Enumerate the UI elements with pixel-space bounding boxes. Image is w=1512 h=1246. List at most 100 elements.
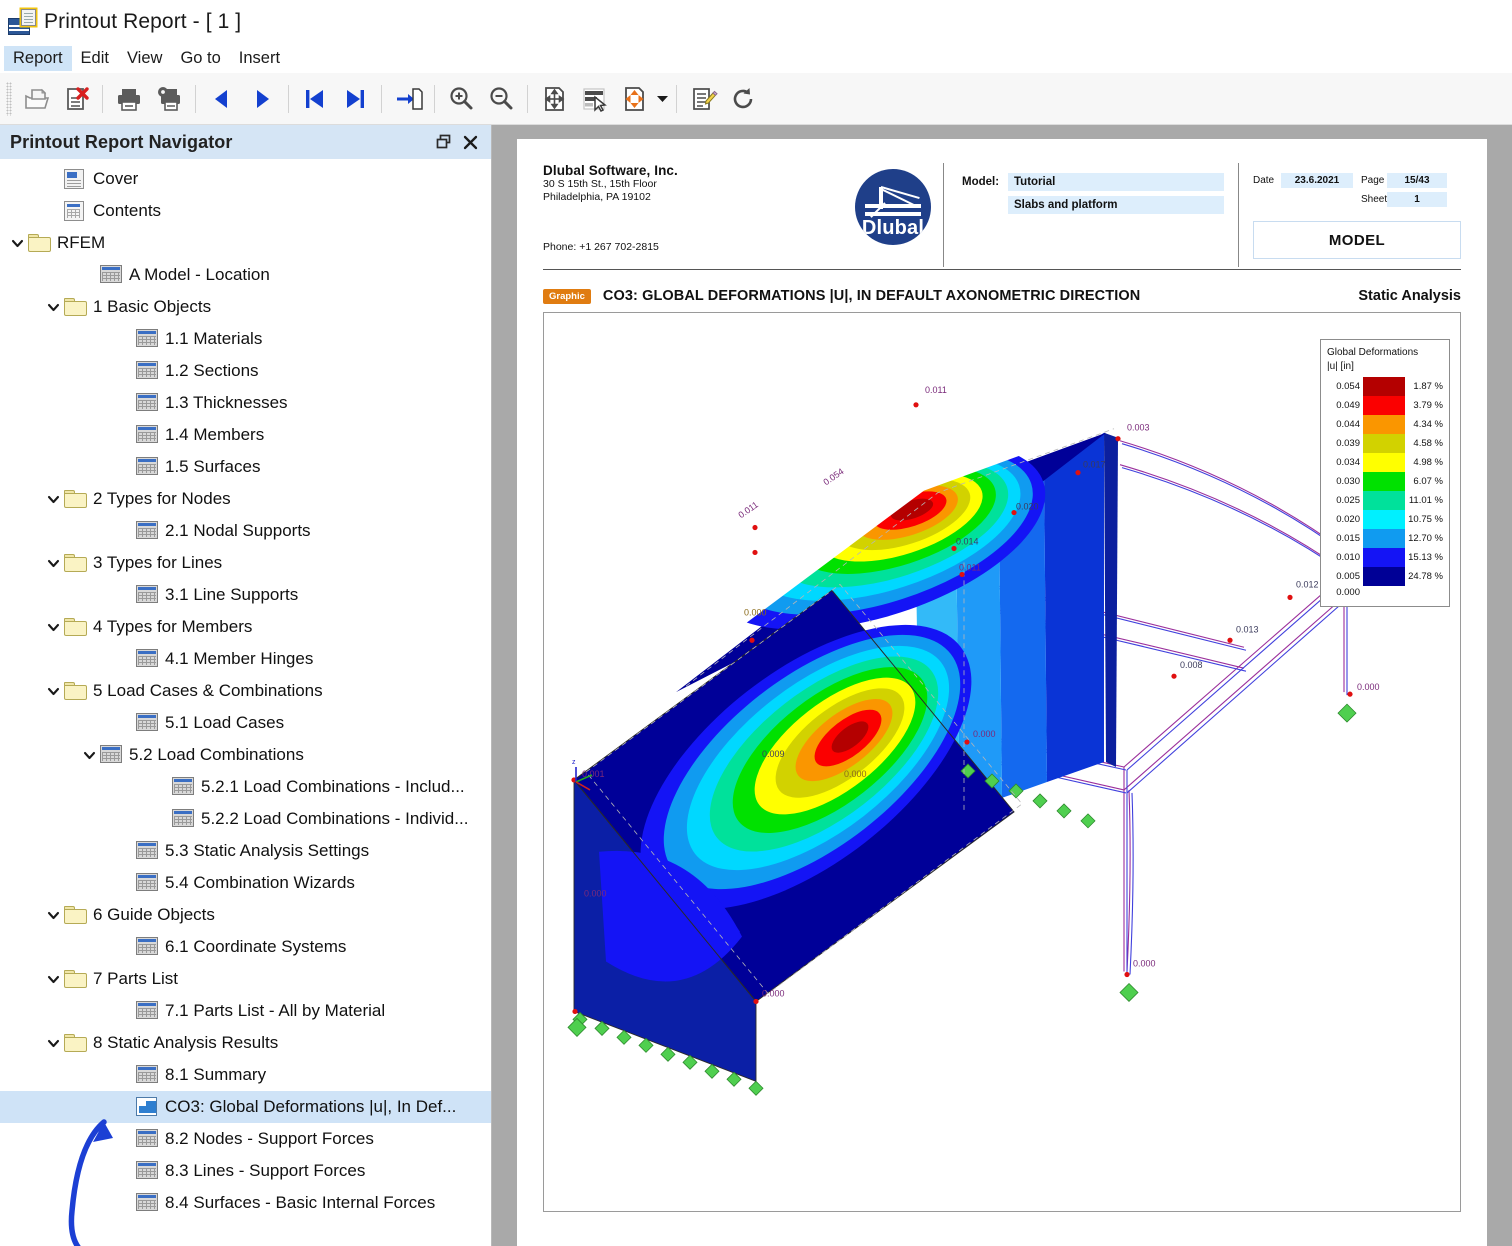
tree-item[interactable]: 6.1 Coordinate Systems [0, 931, 491, 963]
menu-edit[interactable]: Edit [72, 46, 118, 71]
folder-icon [64, 489, 87, 509]
navigator-tree[interactable]: Cover Contents RFEM A Model - Location 1 Bas… [0, 159, 491, 1246]
tree-item[interactable]: 8 Static Analysis Results [0, 1027, 491, 1059]
legend-percent-label: 12.70 % [1408, 533, 1443, 544]
main-area: Printout Report Navigator Cover Contents R… [0, 125, 1512, 1246]
model-name-value: Tutorial [1008, 173, 1224, 191]
tree-item[interactable]: 1.3 Thicknesses [0, 387, 491, 419]
date-value: 23.6.2021 [1281, 173, 1353, 188]
svg-text:0.000: 0.000 [1133, 959, 1156, 969]
window-title-bar: Printout Report - [ 1 ] [0, 0, 1512, 44]
chevron-down-icon[interactable] [42, 908, 64, 923]
tree-item[interactable]: 5.3 Static Analysis Settings [0, 835, 491, 867]
tree-item[interactable]: 8.1 Summary [0, 1059, 491, 1091]
svg-text:0.000: 0.000 [973, 729, 996, 739]
company-address-line1: 30 S 15th St., 15th Floor [543, 178, 657, 190]
tree-item[interactable]: 5.2.2 Load Combinations - Individ... [0, 803, 491, 835]
chevron-down-icon[interactable] [654, 79, 670, 119]
tree-item-label: 1.2 Sections [165, 361, 259, 380]
menu-go-to[interactable]: Go to [171, 46, 229, 71]
svg-text:0.017: 0.017 [1083, 460, 1106, 470]
tree-item[interactable]: 7 Parts List [0, 963, 491, 995]
chevron-down-icon[interactable] [42, 492, 64, 507]
menu-insert[interactable]: Insert [230, 46, 289, 71]
edit-report-icon[interactable] [683, 79, 723, 119]
graphic-icon [136, 1097, 158, 1117]
last-page-icon[interactable] [335, 79, 375, 119]
legend-color-swatch [1363, 472, 1405, 491]
previous-page-icon[interactable] [202, 79, 242, 119]
first-page-icon[interactable] [295, 79, 335, 119]
legend-percent-label: 15.13 % [1408, 552, 1443, 563]
next-page-icon[interactable] [242, 79, 282, 119]
tree-item[interactable]: 2.1 Nodal Supports [0, 515, 491, 547]
chevron-down-icon[interactable] [78, 748, 100, 763]
move-object-icon[interactable] [614, 79, 654, 119]
document-viewport[interactable]: Dlubal Software, Inc. 30 S 15th St., 15t… [492, 125, 1512, 1246]
svg-text:0.013: 0.013 [1236, 624, 1259, 634]
open-report-icon[interactable] [16, 79, 56, 119]
tree-item[interactable]: 8.4 Surfaces - Basic Internal Forces [0, 1187, 491, 1219]
select-rows-icon[interactable] [574, 79, 614, 119]
legend-tick-label: 0.034 [1336, 457, 1360, 468]
tree-item[interactable]: 5 Load Cases & Combinations [0, 675, 491, 707]
tree-item[interactable]: 1 Basic Objects [0, 291, 491, 323]
tree-item[interactable]: 7.1 Parts List - All by Material [0, 995, 491, 1027]
report-document-icon [8, 9, 38, 35]
tree-item[interactable]: CO3: Global Deformations |u|, In Def... [0, 1091, 491, 1123]
tree-item[interactable]: 5.1 Load Cases [0, 707, 491, 739]
tree-item-label: 6.1 Coordinate Systems [165, 937, 347, 956]
chevron-down-icon[interactable] [42, 300, 64, 315]
tree-item[interactable]: 4.1 Member Hinges [0, 643, 491, 675]
legend-tick-label: 0.025 [1336, 495, 1360, 506]
delete-report-icon[interactable] [56, 79, 96, 119]
go-to-page-icon[interactable] [388, 79, 428, 119]
tree-item[interactable]: Cover [0, 163, 491, 195]
tree-item[interactable]: 8.2 Nodes - Support Forces [0, 1123, 491, 1155]
fit-page-icon[interactable] [534, 79, 574, 119]
restore-window-icon[interactable] [431, 129, 457, 155]
zoom-in-icon[interactable] [441, 79, 481, 119]
chevron-down-icon[interactable] [42, 556, 64, 571]
chevron-down-icon[interactable] [42, 620, 64, 635]
toolbar-grip[interactable] [6, 81, 12, 116]
legend-color-swatch [1363, 529, 1405, 548]
refresh-icon[interactable] [723, 79, 763, 119]
tree-item[interactable]: A Model - Location [0, 259, 491, 291]
legend-band: 0.054 1.87 % [1327, 377, 1443, 396]
tree-item[interactable]: Contents [0, 195, 491, 227]
folder-icon [64, 297, 87, 317]
tree-item-label: 1.4 Members [165, 425, 265, 444]
close-icon[interactable] [457, 129, 483, 155]
chevron-down-icon[interactable] [42, 1036, 64, 1051]
report-page: Dlubal Software, Inc. 30 S 15th St., 15t… [517, 139, 1487, 1246]
print-settings-icon[interactable] [149, 79, 189, 119]
tree-item[interactable]: 3 Types for Lines [0, 547, 491, 579]
tree-item-label: 3 Types for Lines [93, 553, 223, 572]
toolbar [0, 73, 1512, 125]
tree-item[interactable]: 6 Guide Objects [0, 899, 491, 931]
tree-item[interactable]: 1.2 Sections [0, 355, 491, 387]
zoom-out-icon[interactable] [481, 79, 521, 119]
tree-item[interactable]: 1.1 Materials [0, 323, 491, 355]
tree-item[interactable]: 5.4 Combination Wizards [0, 867, 491, 899]
tree-item[interactable]: 3.1 Line Supports [0, 579, 491, 611]
tree-item[interactable]: 5.2.1 Load Combinations - Includ... [0, 771, 491, 803]
model-label: Model: [962, 176, 1000, 188]
tree-item[interactable]: 2 Types for Nodes [0, 483, 491, 515]
legend-tick-label: 0.044 [1336, 419, 1360, 430]
tree-item[interactable]: 4 Types for Members [0, 611, 491, 643]
chevron-down-icon[interactable] [6, 236, 28, 251]
print-icon[interactable] [109, 79, 149, 119]
tree-item[interactable]: 1.4 Members [0, 419, 491, 451]
chevron-down-icon[interactable] [42, 972, 64, 987]
page-value: 15/43 [1387, 173, 1447, 188]
tree-item[interactable]: RFEM [0, 227, 491, 259]
tree-item-label: 1 Basic Objects [93, 297, 212, 316]
tree-item[interactable]: 1.5 Surfaces [0, 451, 491, 483]
tree-item[interactable]: 5.2 Load Combinations [0, 739, 491, 771]
menu-report[interactable]: Report [4, 46, 72, 71]
menu-view[interactable]: View [118, 46, 171, 71]
tree-item[interactable]: 8.3 Lines - Support Forces [0, 1155, 491, 1187]
chevron-down-icon[interactable] [42, 684, 64, 699]
